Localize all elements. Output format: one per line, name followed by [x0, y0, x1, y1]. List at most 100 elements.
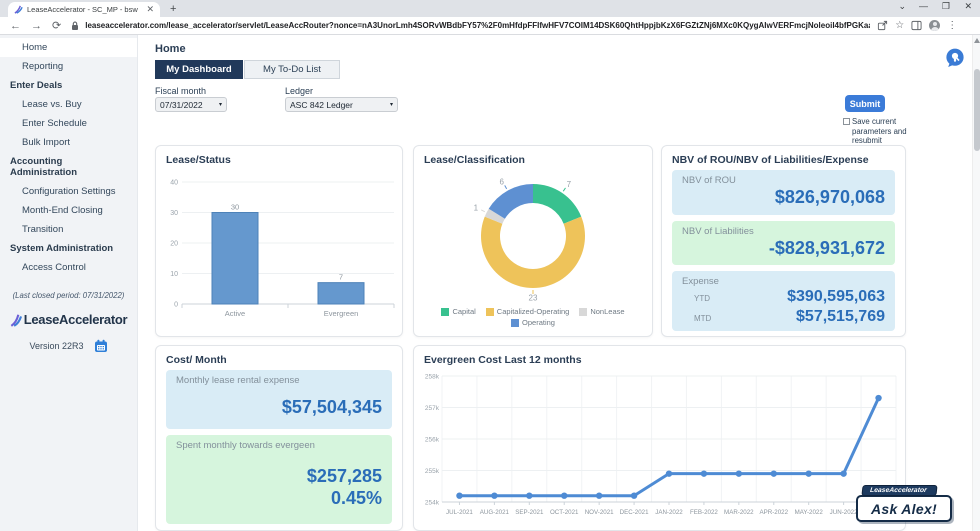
- card-lease-status: Lease/Status 0 10 20 30 40 30 Active 7 Evergreen: [155, 145, 403, 337]
- svg-text:23: 23: [529, 294, 538, 303]
- donut-legend: Capital Capitalized-Operating NonLease Oper…: [417, 307, 649, 327]
- legend-item-capitalized-operating[interactable]: Capitalized-Operating: [485, 307, 570, 316]
- svg-text:JUL-2021: JUL-2021: [446, 509, 473, 516]
- legend-item-nonlease[interactable]: NonLease: [579, 307, 625, 316]
- save-params-checkbox[interactable]: [843, 118, 850, 125]
- card-nbv: NBV of ROU/NBV of Liabilities/Expense NB…: [661, 145, 906, 337]
- side-panel-icon[interactable]: [911, 20, 922, 31]
- logo-swoosh-icon: [10, 313, 22, 327]
- lease-status-title: Lease/Status: [166, 154, 231, 166]
- app-content: Home Reporting Enter Deals Lease vs. Buy Ent…: [0, 35, 980, 531]
- new-tab-icon[interactable]: +: [170, 3, 176, 15]
- sidebar-item-bulk-import[interactable]: Bulk Import: [0, 133, 137, 152]
- svg-text:DEC-2021: DEC-2021: [620, 509, 649, 516]
- browser-toolbar: ← → ⟳ leaseaccelerator.com/lease_acceler…: [0, 17, 980, 35]
- ledger-select[interactable]: ASC 842 Ledger ▾: [285, 97, 398, 112]
- svg-text:APR-2022: APR-2022: [759, 509, 788, 516]
- rental-expense-label: Monthly lease rental expense: [176, 375, 300, 386]
- svg-text:30: 30: [231, 203, 239, 212]
- logo-text: LeaseAccelerator: [23, 312, 128, 327]
- svg-text:20: 20: [170, 241, 178, 248]
- legend-item-operating[interactable]: Operating: [511, 318, 555, 327]
- ask-alex-widget[interactable]: Ask Alex! LeaseAccelerator: [856, 485, 980, 531]
- nbv-liabilities-value: -$828,931,672: [768, 237, 885, 258]
- calendar-icon[interactable]: [94, 339, 108, 353]
- bookmark-star-icon[interactable]: ☆: [895, 20, 904, 31]
- legend-label: Operating: [522, 318, 555, 327]
- nbv-title: NBV of ROU/NBV of Liabilities/Expense: [672, 154, 869, 166]
- sidebar-item-access-control[interactable]: Access Control: [0, 258, 137, 277]
- reload-icon[interactable]: ⟳: [52, 19, 61, 32]
- url-text[interactable]: leaseaccelerator.com/lease_accelerator/s…: [85, 21, 870, 30]
- svg-text:Active: Active: [225, 309, 245, 318]
- back-icon[interactable]: ←: [10, 20, 21, 32]
- sidebar-item-home[interactable]: Home: [0, 38, 137, 57]
- window-close-icon[interactable]: ✕: [964, 1, 972, 12]
- favicon-leaseaccelerator: [14, 5, 23, 14]
- legend-swatch: [485, 307, 494, 316]
- fiscal-month-select[interactable]: 07/31/2022 ▾: [155, 97, 227, 112]
- svg-text:7: 7: [567, 180, 572, 189]
- submit-button[interactable]: Submit: [845, 95, 885, 112]
- nbv-rou-value: $826,970,068: [774, 187, 885, 207]
- window-restore-icon[interactable]: ❐: [942, 1, 950, 12]
- sidebar: Home Reporting Enter Deals Lease vs. Buy Ent…: [0, 35, 138, 531]
- evergreen-spend-box: Spent monthly towards evergeen $257,285 …: [166, 434, 392, 524]
- fiscal-month-value: 07/31/2022: [160, 99, 203, 110]
- ledger-value: ASC 842 Ledger: [290, 99, 353, 110]
- legend-label: NonLease: [590, 307, 625, 316]
- tab-close-icon[interactable]: ✕: [146, 5, 154, 14]
- scrollbar-thumb[interactable]: [974, 69, 980, 151]
- svg-text:254k: 254k: [425, 500, 440, 507]
- svg-text:NOV-2021: NOV-2021: [585, 509, 614, 516]
- tab-title: LeaseAccelerator - SC_MP - bsw: [27, 5, 138, 14]
- sidebar-section-enter-deals: Enter Deals: [10, 80, 63, 91]
- share-icon[interactable]: [877, 20, 888, 31]
- lease-classification-donut-chart: 7 23 1 6: [474, 177, 585, 303]
- legend-label: Capitalized-Operating: [496, 307, 570, 316]
- tab-search-icon[interactable]: ⌄: [898, 1, 906, 12]
- rental-expense-box: Monthly lease rental expense $57,504,345: [166, 370, 392, 429]
- profile-avatar-icon[interactable]: [929, 20, 941, 31]
- svg-text:0: 0: [174, 302, 178, 309]
- sidebar-item-lease-vs-buy[interactable]: Lease vs. Buy: [0, 95, 137, 114]
- sidebar-item-transition[interactable]: Transition: [0, 220, 137, 239]
- expense-box: Expense YTD $390,595,063 MTD $57,515,769: [672, 271, 895, 331]
- legend-label: Capital: [452, 307, 476, 316]
- tab-my-todo-list[interactable]: My To-Do List: [244, 60, 340, 79]
- window-minimize-icon[interactable]: —: [919, 1, 928, 11]
- ask-alex-bubble[interactable]: Ask Alex!: [856, 495, 952, 522]
- sidebar-item-enter-schedule[interactable]: Enter Schedule: [0, 114, 137, 133]
- browser-tab[interactable]: LeaseAccelerator - SC_MP - bsw ✕: [8, 2, 160, 17]
- svg-text:40: 40: [170, 180, 178, 187]
- chevron-down-icon: ▾: [218, 102, 222, 108]
- svg-text:JUN-2022: JUN-2022: [830, 509, 858, 516]
- cost-month-title: Cost/ Month: [166, 354, 227, 366]
- page-scrollbar[interactable]: [972, 35, 980, 531]
- svg-text:1: 1: [474, 204, 479, 213]
- version-row: Version 22R3: [0, 339, 137, 353]
- evergreen-spend-label: Spent monthly towards evergeen: [176, 439, 315, 451]
- browser-tabstrip: LeaseAccelerator - SC_MP - bsw ✕ + ⌄ — ❐…: [0, 0, 980, 17]
- feedback-bubble-icon[interactable]: [945, 48, 965, 68]
- sidebar-item-month-end-closing[interactable]: Month-End Closing: [0, 201, 137, 220]
- scroll-up-icon[interactable]: [974, 38, 980, 43]
- sidebar-item-configuration-settings[interactable]: Configuration Settings: [0, 182, 137, 201]
- ledger-label: Ledger: [285, 86, 314, 96]
- mtd-value: $57,515,769: [796, 308, 885, 325]
- forward-icon[interactable]: →: [31, 20, 42, 32]
- sidebar-section-system-administration: System Administration: [10, 243, 114, 254]
- sidebar-item-reporting[interactable]: Reporting: [0, 57, 137, 76]
- evergreen-spend-pct: 0.45%: [330, 488, 382, 508]
- nbv-rou-box: NBV of ROU $826,970,068: [672, 170, 895, 215]
- tab-my-dashboard[interactable]: My Dashboard: [155, 60, 243, 79]
- legend-item-capital[interactable]: Capital: [441, 307, 476, 316]
- browser-menu-icon[interactable]: ⋮: [947, 20, 957, 31]
- card-cost-month: Cost/ Month Monthly lease rental expense…: [155, 345, 403, 531]
- svg-text:FEB-2022: FEB-2022: [690, 509, 718, 516]
- save-params-row: Save current parameters and resubmit: [843, 117, 907, 146]
- nbv-liabilities-label: NBV of Liabilities: [682, 225, 754, 237]
- ytd-value: $390,595,063: [787, 288, 885, 305]
- evergreen-spend-value: $257,285: [306, 465, 382, 486]
- svg-text:30: 30: [170, 210, 178, 217]
